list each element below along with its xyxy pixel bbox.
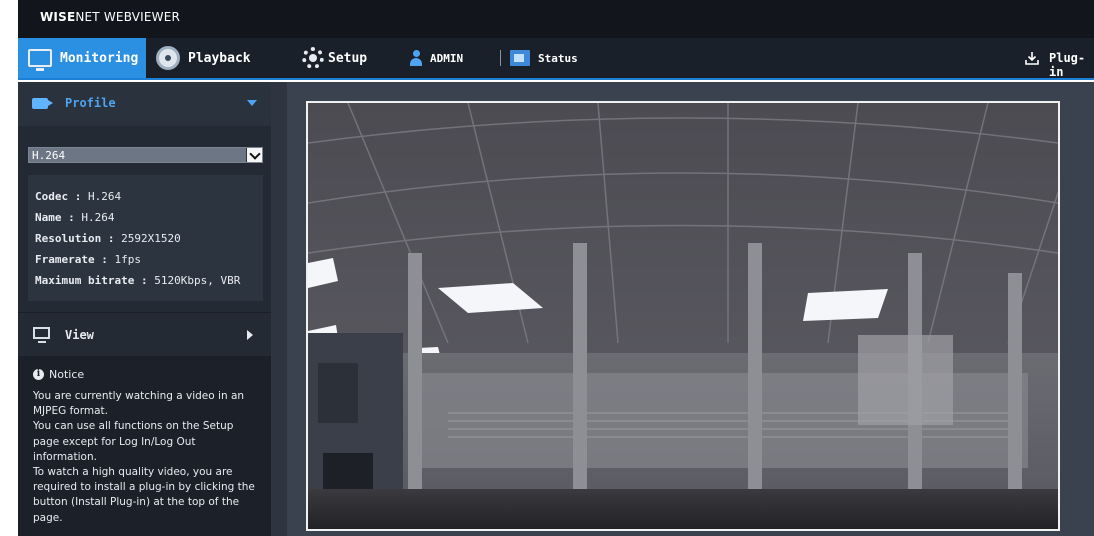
chevron-right-icon xyxy=(247,330,253,340)
chevron-down-icon xyxy=(247,100,257,106)
notice-title: Notice xyxy=(49,368,85,381)
status-label: Status xyxy=(538,51,578,65)
film-reel-icon xyxy=(156,46,180,70)
app-logo: WISENET WEBVIEWER xyxy=(40,10,180,24)
camera-icon xyxy=(32,98,53,109)
notice-line: You can use all functions on the Setup xyxy=(33,420,234,433)
notice-line: information. xyxy=(33,450,97,463)
sidebar: Profile H.264 Codec : H.264 Name : H.264… xyxy=(18,82,271,536)
video-feed[interactable] xyxy=(306,101,1060,531)
profile-info-panel: Codec : H.264 Name : H.264 Resolution : … xyxy=(28,175,263,301)
info-framerate: Framerate : 1fps xyxy=(35,253,141,266)
info-resolution: Resolution : 2592X1520 xyxy=(35,232,181,245)
view-section-header[interactable]: View xyxy=(18,312,271,356)
profile-select-value: H.264 xyxy=(32,149,66,162)
info-name: Name : H.264 xyxy=(35,211,115,224)
name-value: H.264 xyxy=(81,211,115,224)
monitor-icon xyxy=(33,327,50,343)
codec-label: Codec : xyxy=(35,190,82,203)
profile-label: Profile xyxy=(65,96,116,110)
notice-line: To watch a high quality video, you are xyxy=(33,466,233,479)
panel-divider-strip[interactable] xyxy=(271,82,287,536)
bitrate-value: 5120Kbps, VBR xyxy=(154,274,241,287)
profile-select[interactable]: H.264 xyxy=(28,147,263,163)
resolution-label: Resolution : xyxy=(35,232,115,245)
tab-playback[interactable]: Playback xyxy=(150,38,268,78)
user-icon xyxy=(410,50,422,66)
status-icon xyxy=(510,50,530,66)
notice-line: page. xyxy=(33,511,63,524)
notice-panel: i Notice You are currently watching a vi… xyxy=(18,356,271,536)
monitor-icon xyxy=(28,49,52,71)
user-name: ADMIN xyxy=(430,51,464,65)
chevron-down-icon[interactable] xyxy=(246,148,262,162)
info-icon: i xyxy=(33,369,44,380)
tab-setup[interactable]: Setup xyxy=(300,38,390,78)
info-codec: Codec : H.264 xyxy=(35,190,121,203)
bitrate-label: Maximum bitrate : xyxy=(35,274,148,287)
status-button[interactable]: Status xyxy=(510,38,590,78)
info-bitrate: Maximum bitrate : 5120Kbps, VBR xyxy=(35,274,240,287)
notice-line: button (Install Plug-in) at the top of t… xyxy=(33,496,240,509)
notice-line: You are currently watching a video in an xyxy=(33,390,245,402)
gear-icon xyxy=(302,47,324,69)
title-bar: WISENET WEBVIEWER xyxy=(18,0,1094,38)
tab-playback-label: Playback xyxy=(188,50,251,66)
brand-bold: WISE xyxy=(40,10,76,24)
brand-rest: NET WEBVIEWER xyxy=(75,10,181,24)
view-label: View xyxy=(65,328,94,342)
tab-monitoring-label: Monitoring xyxy=(60,50,139,66)
plugin-button[interactable]: Plug-in xyxy=(1049,51,1094,79)
tab-setup-label: Setup xyxy=(328,50,368,66)
user-menu[interactable]: ADMIN xyxy=(410,38,492,78)
download-icon[interactable] xyxy=(1025,51,1039,65)
nav-divider xyxy=(500,50,501,66)
notice-text: You are currently watching a video in an… xyxy=(33,389,271,526)
tab-monitoring[interactable]: Monitoring xyxy=(18,38,146,78)
notice-line: MJPEG format. xyxy=(33,405,108,418)
framerate-label: Framerate : xyxy=(35,253,108,266)
notice-line: page except for Log In/Log Out xyxy=(33,435,196,448)
framerate-value: 1fps xyxy=(114,253,141,266)
profile-section-header[interactable]: Profile xyxy=(18,82,271,126)
name-label: Name : xyxy=(35,211,75,224)
codec-value: H.264 xyxy=(87,190,122,203)
resolution-value: 2592X1520 xyxy=(121,232,181,245)
camera-image xyxy=(308,103,1058,529)
notice-line: required to install a plug-in by clickin… xyxy=(33,481,255,494)
main-nav: Monitoring Playback Setup ADMIN Status P… xyxy=(18,38,1094,80)
